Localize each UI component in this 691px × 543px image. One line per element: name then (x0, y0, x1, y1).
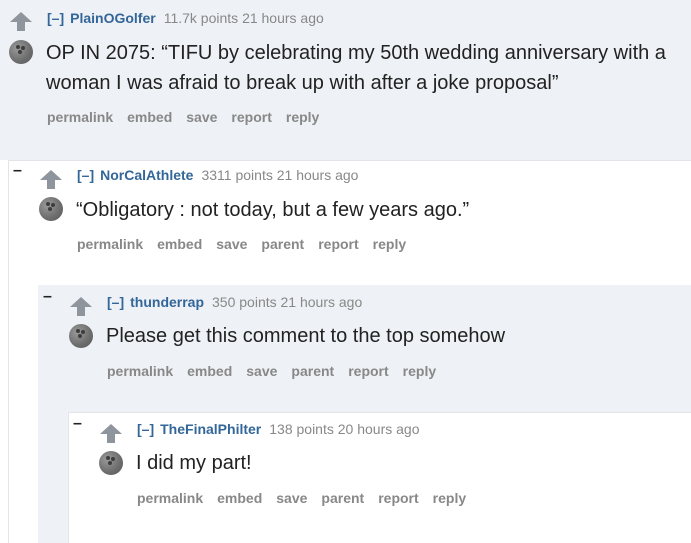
points-score: 138 points (269, 421, 334, 437)
permalink-button[interactable]: permalink (107, 363, 173, 379)
comment-body: “Obligatory : not today, but a few years… (76, 199, 470, 221)
collapse-dash[interactable]: – (13, 163, 22, 179)
points-score: 3311 points (201, 167, 273, 183)
timestamp: 21 hours ago (280, 294, 363, 310)
comment-buttons: permalink embed save report reply (47, 109, 333, 125)
save-button[interactable]: save (216, 236, 247, 252)
comment-body: OP IN 2075: “TIFU by celebrating my 50th… (46, 42, 666, 94)
reply-button[interactable]: reply (403, 363, 436, 379)
author-link[interactable]: TheFinalPhilter (160, 421, 261, 437)
collapse-dash[interactable]: – (43, 289, 52, 305)
collapse-toggle[interactable]: [–] (107, 294, 124, 310)
avatar-icon (39, 197, 63, 221)
avatar-icon (69, 324, 93, 348)
embed-button[interactable]: embed (127, 109, 172, 125)
report-button[interactable]: report (378, 490, 418, 506)
embed-button[interactable]: embed (217, 490, 262, 506)
collapse-dash[interactable]: – (73, 416, 82, 432)
collapse-toggle[interactable]: [–] (47, 10, 64, 26)
upvote-arrow-icon[interactable] (68, 295, 94, 317)
comment-body: Please get this comment to the top someh… (106, 325, 506, 347)
save-button[interactable]: save (276, 490, 307, 506)
comment-buttons: permalink embed save parent report reply (137, 490, 480, 506)
comment-body: I did my part! (136, 452, 252, 474)
upvote-arrow-icon[interactable] (98, 422, 124, 444)
embed-button[interactable]: embed (157, 236, 202, 252)
avatar-icon (9, 40, 33, 64)
report-button[interactable]: report (318, 236, 358, 252)
comment-tagline: [–] NorCalAthlete 3311 points 21 hours ago (77, 167, 358, 183)
collapse-toggle[interactable]: [–] (137, 421, 154, 437)
permalink-button[interactable]: permalink (47, 109, 113, 125)
reply-button[interactable]: reply (433, 490, 466, 506)
reply-button[interactable]: reply (286, 109, 319, 125)
save-button[interactable]: save (186, 109, 217, 125)
upvote-arrow-icon[interactable] (38, 168, 64, 190)
report-button[interactable]: report (231, 109, 271, 125)
upvote-arrow-icon[interactable] (8, 10, 34, 32)
comment-tagline: [–] TheFinalPhilter 138 points 20 hours ag… (137, 421, 419, 437)
comment-buttons: permalink embed save parent report reply (107, 363, 450, 379)
comment-tagline: [–] PlainOGolfer 11.7k points 21 hours ago (47, 10, 324, 26)
collapse-toggle[interactable]: [–] (77, 167, 94, 183)
avatar-icon (99, 451, 123, 475)
comment-buttons: permalink embed save parent report reply (77, 236, 420, 252)
save-button[interactable]: save (246, 363, 277, 379)
timestamp: 20 hours ago (337, 421, 420, 437)
embed-button[interactable]: embed (187, 363, 232, 379)
permalink-button[interactable]: permalink (137, 490, 203, 506)
comment-tagline: [–] thunderrap 350 points 21 hours ago (107, 294, 362, 310)
author-link[interactable]: PlainOGolfer (70, 10, 156, 26)
parent-button[interactable]: parent (261, 236, 304, 252)
report-button[interactable]: report (348, 363, 388, 379)
parent-button[interactable]: parent (291, 363, 334, 379)
timestamp: 21 hours ago (242, 10, 324, 26)
author-link[interactable]: thunderrap (130, 294, 204, 310)
points-score: 11.7k points (163, 10, 239, 26)
reply-button[interactable]: reply (373, 236, 406, 252)
author-link[interactable]: NorCalAthlete (100, 167, 193, 183)
timestamp: 21 hours ago (276, 167, 359, 183)
points-score: 350 points (212, 294, 277, 310)
permalink-button[interactable]: permalink (77, 236, 143, 252)
parent-button[interactable]: parent (321, 490, 364, 506)
